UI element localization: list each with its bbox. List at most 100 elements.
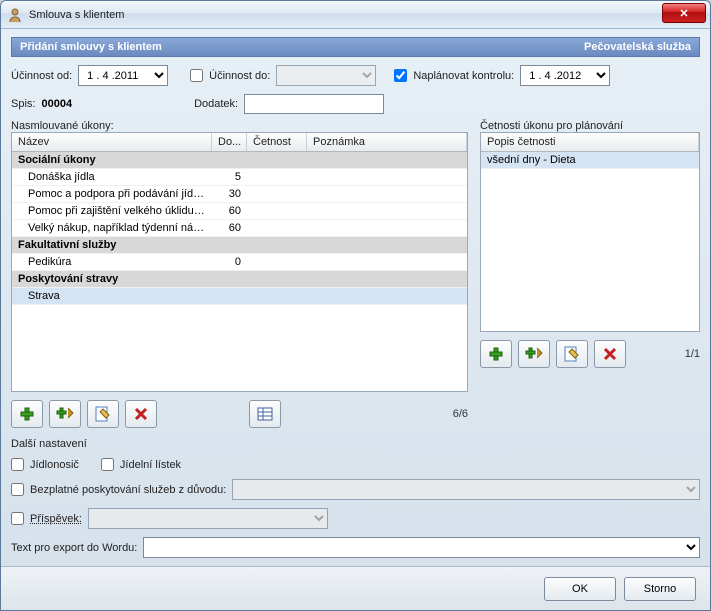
right-grid: Popis četnosti všední dny - Dieta xyxy=(480,132,700,332)
cell-poznamka xyxy=(307,193,467,195)
plus-arrow-icon xyxy=(56,406,74,422)
col-header-do[interactable]: Do... xyxy=(212,133,247,151)
right-grid-body[interactable]: všední dny - Dieta xyxy=(481,152,699,331)
right-grid-counter: 1/1 xyxy=(685,348,700,360)
ok-button[interactable]: OK xyxy=(544,577,616,601)
cell-name: Pomoc a podpora při podávání jídla ... xyxy=(12,187,212,201)
table-row[interactable]: Sociální úkony xyxy=(12,152,467,169)
right-grid-title: Četnosti úkonu pro plánování xyxy=(480,120,700,132)
right-edit-button[interactable] xyxy=(556,340,588,368)
settings-title: Další nastavení xyxy=(11,438,700,450)
cancel-button[interactable]: Storno xyxy=(624,577,696,601)
left-grid: Název Do... Četnost Poznámka Sociální úk… xyxy=(11,132,468,392)
spis-row: Spis: 00004 Dodatek: xyxy=(11,94,700,114)
delete-icon xyxy=(133,406,149,422)
window: Smlouva s klientem ✕ Přidání smlouvy s k… xyxy=(0,0,711,611)
right-grid-header: Popis četnosti xyxy=(481,133,699,152)
subheader-left: Přidání smlouvy s klientem xyxy=(20,41,162,53)
cell-cetnost xyxy=(247,227,307,229)
table-row[interactable]: Pomoc a podpora při podávání jídla ...30 xyxy=(12,186,467,203)
group-label: Poskytování stravy xyxy=(12,272,467,286)
left-grid-header: Název Do... Četnost Poznámka xyxy=(12,133,467,152)
effective-to-combo[interactable] xyxy=(276,65,376,86)
table-row[interactable]: Strava xyxy=(12,288,467,305)
cell-cetnost xyxy=(247,210,307,212)
subheader: Přidání smlouvy s klientem Pečovatelská … xyxy=(11,37,700,57)
settings-row1: Jídlonosič Jídelní lístek xyxy=(11,458,700,471)
export-combo[interactable] xyxy=(143,537,700,558)
footer: OK Storno xyxy=(1,566,710,610)
window-title: Smlouva s klientem xyxy=(29,9,124,21)
table-icon xyxy=(257,406,273,422)
delete-icon xyxy=(602,346,618,362)
cell-do: 60 xyxy=(212,204,247,218)
jidelnilistek-label: Jídelní lístek xyxy=(120,459,181,471)
right-add-button[interactable] xyxy=(480,340,512,368)
cell-name: Velký nákup, například týdenní nákup xyxy=(12,221,212,235)
cell-name: Strava xyxy=(12,289,212,303)
table-row[interactable]: Velký nákup, například týdenní nákup60 xyxy=(12,220,467,237)
plan-combo[interactable]: 1 . 4 .2012 xyxy=(520,65,610,86)
effective-from-label: Účinnost od: xyxy=(11,70,72,82)
effective-to-checkbox[interactable] xyxy=(190,69,203,82)
cell-do: 30 xyxy=(212,187,247,201)
spis-label: Spis: xyxy=(11,98,35,110)
delete-button[interactable] xyxy=(125,400,157,428)
add-button[interactable] xyxy=(11,400,43,428)
plan-label: Naplánovat kontrolu: xyxy=(413,70,514,82)
plus-icon xyxy=(19,406,35,422)
left-grid-body[interactable]: Sociální úkonyDonáška jídla5Pomoc a podp… xyxy=(12,152,467,391)
effective-to-label: Účinnost do: xyxy=(209,70,270,82)
main-columns: Nasmlouvané úkony: Název Do... Četnost P… xyxy=(11,120,700,428)
bezplatne-label: Bezplatné poskytování služeb z důvodu: xyxy=(30,484,226,496)
prispevek-label: Příspěvek: xyxy=(30,513,82,525)
cell-poznamka xyxy=(307,261,467,263)
settings-row4: Text pro export do Wordu: xyxy=(11,537,700,558)
right-delete-button[interactable] xyxy=(594,340,626,368)
prispevek-combo[interactable] xyxy=(88,508,328,529)
cell-poznamka xyxy=(307,176,467,178)
add-multi-button[interactable] xyxy=(49,400,81,428)
window-close-button[interactable]: ✕ xyxy=(662,3,706,23)
bezplatne-checkbox[interactable] xyxy=(11,483,24,496)
subheader-right: Pečovatelská služba xyxy=(584,41,691,53)
cell-cetnost xyxy=(247,295,307,297)
right-add-multi-button[interactable] xyxy=(518,340,550,368)
settings-row3: Příspěvek: xyxy=(11,508,700,529)
jidelnilistek-checkbox[interactable] xyxy=(101,458,114,471)
export-label: Text pro export do Wordu: xyxy=(11,542,137,554)
col-header-poznamka[interactable]: Poznámka xyxy=(307,133,467,151)
prispevek-checkbox[interactable] xyxy=(11,512,24,525)
table-row[interactable]: Pomoc při zajištění velkého úklidu d...6… xyxy=(12,203,467,220)
table-view-button[interactable] xyxy=(249,400,281,428)
left-grid-title: Nasmlouvané úkony: xyxy=(11,120,468,132)
cell-popis: všední dny - Dieta xyxy=(481,153,699,167)
group-label: Fakultativní služby xyxy=(12,238,467,252)
table-row[interactable]: všední dny - Dieta xyxy=(481,152,699,169)
right-col-header[interactable]: Popis četnosti xyxy=(481,133,699,151)
cell-poznamka xyxy=(307,295,467,297)
edit-icon xyxy=(95,406,111,422)
edit-button[interactable] xyxy=(87,400,119,428)
table-row[interactable]: Fakultativní služby xyxy=(12,237,467,254)
effective-from-combo[interactable]: 1 . 4 .2011 xyxy=(78,65,168,86)
table-row[interactable]: Pedikúra0 xyxy=(12,254,467,271)
close-icon: ✕ xyxy=(679,7,688,20)
dodatek-label: Dodatek: xyxy=(194,98,238,110)
cell-poznamka xyxy=(307,210,467,212)
cell-name: Pomoc při zajištění velkého úklidu d... xyxy=(12,204,212,218)
bezplatne-combo[interactable] xyxy=(232,479,700,500)
left-toolbar: 6/6 xyxy=(11,400,468,428)
app-icon xyxy=(7,7,23,23)
cell-do xyxy=(212,295,247,297)
col-header-name[interactable]: Název xyxy=(12,133,212,151)
cell-cetnost xyxy=(247,176,307,178)
jidlonosic-checkbox[interactable] xyxy=(11,458,24,471)
dodatek-input[interactable] xyxy=(244,94,384,114)
table-row[interactable]: Poskytování stravy xyxy=(12,271,467,288)
table-row[interactable]: Donáška jídla5 xyxy=(12,169,467,186)
left-column: Nasmlouvané úkony: Název Do... Četnost P… xyxy=(11,120,468,428)
col-header-cetnost[interactable]: Četnost xyxy=(247,133,307,151)
titlebar: Smlouva s klientem ✕ xyxy=(1,1,710,29)
plan-checkbox[interactable] xyxy=(394,69,407,82)
